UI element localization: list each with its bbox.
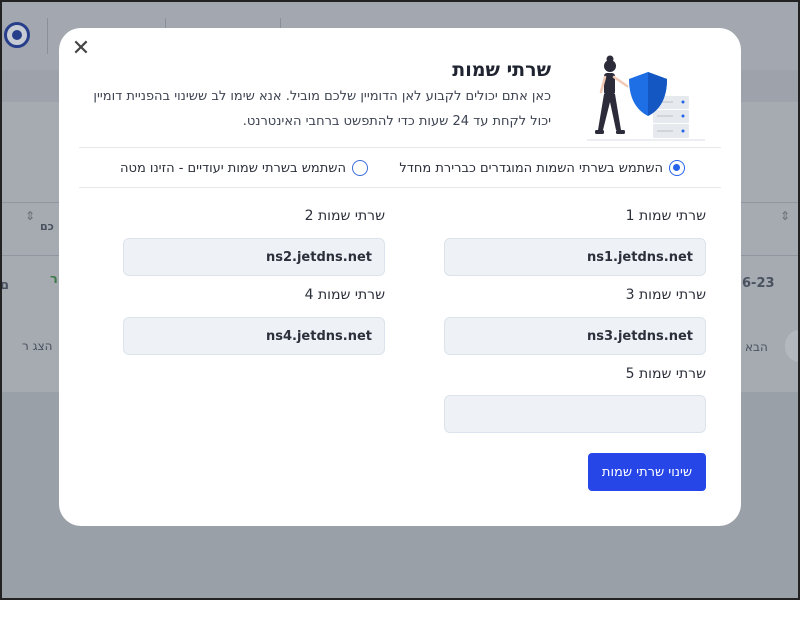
app-logo	[4, 22, 30, 48]
security-shield-server-icon	[587, 55, 705, 141]
close-icon[interactable]: ✕	[70, 38, 92, 60]
nameserver-4-input[interactable]	[123, 317, 385, 355]
nameserver-2-input[interactable]	[123, 238, 385, 276]
sort-icon[interactable]: ⇕	[25, 209, 35, 223]
nameserver-5-input[interactable]	[444, 395, 706, 433]
prev-page-link[interactable]: הצג ר	[22, 339, 53, 353]
radio-selected-icon[interactable]	[669, 160, 685, 176]
nameserver-2-label: שרתי שמות 2	[304, 208, 385, 224]
nameserver-4-label: שרתי שמות 4	[304, 287, 385, 303]
app-screen: ⇕ ⇕ כם ם ר 6-23 הצג ר הבא ✕ שרתי שמות כא…	[0, 0, 800, 600]
column-header: כם	[40, 220, 54, 233]
next-page-link[interactable]: הבא	[745, 340, 768, 354]
header-divider	[47, 18, 48, 54]
row-cell: ם	[0, 278, 10, 293]
nameserver-1-input[interactable]	[444, 238, 706, 276]
divider	[79, 187, 721, 188]
change-nameservers-button[interactable]: שינוי שרתי שמות	[588, 453, 706, 491]
modal-title: שרתי שמות	[452, 59, 551, 81]
sort-icon[interactable]: ⇕	[780, 209, 790, 223]
row-date: 6-23	[742, 276, 775, 291]
server-led	[681, 129, 685, 133]
radio-custom-nameservers[interactable]: השתמש בשרתי שמות יעודיים - הזינו מטה	[120, 156, 368, 180]
radio-custom-label: השתמש בשרתי שמות יעודיים - הזינו מטה	[120, 160, 346, 176]
nameserver-5-label: שרתי שמות 5	[625, 366, 706, 382]
modal-description: כאן אתם יכולים לקבוע לאן הדומיין שלכם מו…	[93, 89, 551, 129]
divider	[79, 147, 721, 148]
radio-unselected-icon[interactable]	[352, 160, 368, 176]
server-led	[681, 100, 685, 104]
nameserver-3-label: שרתי שמות 3	[625, 287, 706, 303]
radio-default-nameservers[interactable]: השתמש בשרתי השמות המוגדרים כברירת מחדל	[399, 156, 685, 180]
row-status: ר	[50, 272, 58, 287]
nameserver-3-input[interactable]	[444, 317, 706, 355]
radio-default-label: השתמש בשרתי השמות המוגדרים כברירת מחדל	[399, 160, 663, 176]
nameserver-1-label: שרתי שמות 1	[625, 208, 706, 224]
server-led	[681, 114, 685, 118]
nameservers-modal: ✕ שרתי שמות כאן אתם יכולים לקבוע לאן הדו…	[59, 28, 741, 526]
